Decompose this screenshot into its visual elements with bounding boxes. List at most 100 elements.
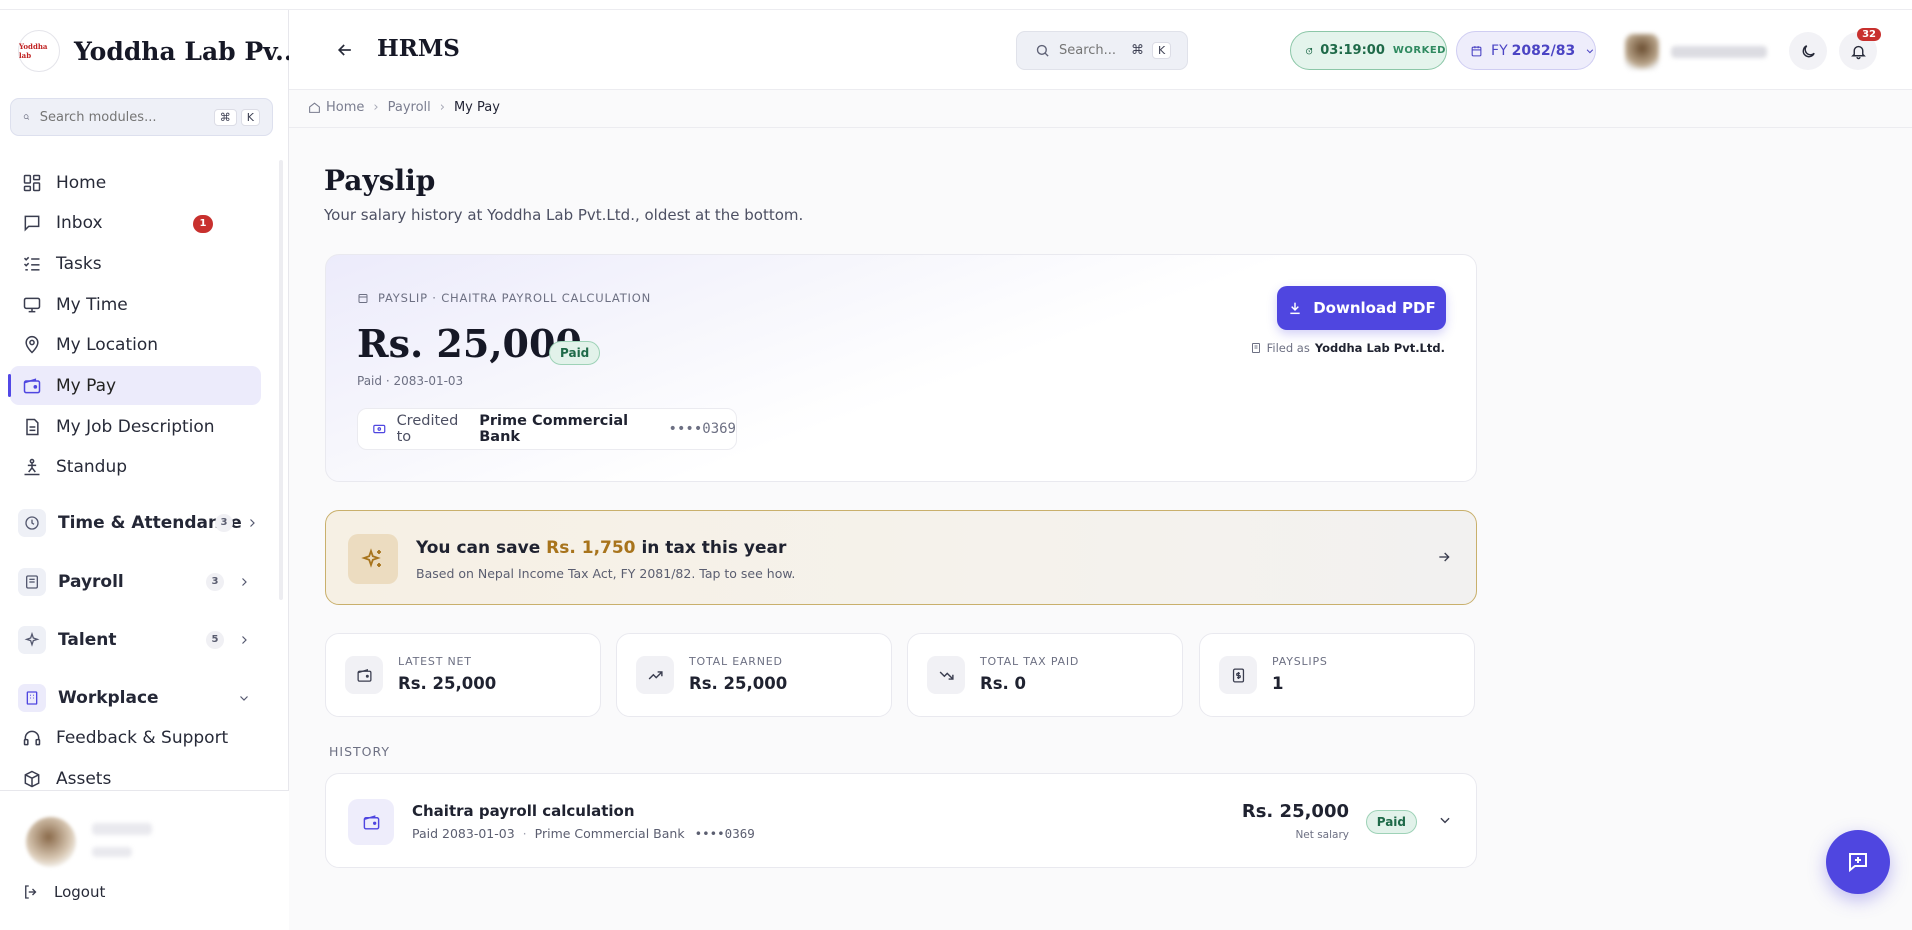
tax-saving-banner[interactable]: You can save Rs. 1,750 in tax this year … [325,510,1477,605]
inbox-icon [22,213,42,233]
payslip-tag-text: PAYSLIP · CHAITRA PAYROLL CALCULATION [378,291,651,305]
sidebar-group-workplace[interactable]: Workplace [10,678,261,718]
user-menu[interactable] [1625,32,1775,72]
filed-company: Yoddha Lab Pvt.Ltd. [1314,341,1445,355]
building-icon [18,683,46,712]
user-avatar [1625,34,1659,70]
theme-toggle-button[interactable] [1789,32,1827,70]
stat-label: TOTAL TAX PAID [980,655,1080,668]
back-button[interactable] [333,38,357,62]
history-heading: HISTORY [329,744,391,759]
box-icon [22,769,42,789]
sidebar-item-my-location[interactable]: My Location [10,326,261,365]
sidebar-item-feedback-support[interactable]: Feedback & Support [10,719,261,758]
chevron-right-icon [237,575,251,589]
kbd-cmd: ⌘ [1131,43,1144,58]
history-row-bank: Prime Commercial Bank [534,826,685,841]
separator-dot: · [522,826,527,841]
building-icon [1251,343,1260,353]
calendar-icon [1471,45,1482,56]
user-avatar[interactable] [26,817,76,867]
sidebar-item-home[interactable]: Home [10,163,261,202]
tax-subtitle: Based on Nepal Income Tax Act, FY 2081/8… [416,566,796,581]
history-row-title: Chaitra payroll calculation [412,802,635,820]
chevron-down-icon [237,691,251,705]
module-search-input[interactable] [39,109,210,125]
page-title: Payslip [324,164,436,197]
sidebar-scrollbar[interactable] [279,160,283,600]
tax-title: You can save Rs. 1,750 in tax this year [416,538,786,558]
breadcrumb-payroll[interactable]: Payroll [388,100,431,115]
breadcrumb-home[interactable]: Home [326,100,364,115]
brand[interactable]: Yoddha lab Yoddha Lab Pv... [18,30,301,72]
chat-plus-icon [1849,853,1867,873]
bell-icon [1850,45,1866,59]
sidebar-item-label: My Time [56,294,128,315]
payslip-hero-card: PAYSLIP · CHAITRA PAYROLL CALCULATION Rs… [325,254,1477,482]
trending-up-icon [636,656,674,694]
sidebar-group-time-attendance[interactable]: Time & Attendance 3 [10,503,261,543]
stat-value: Rs. 25,000 [398,674,497,693]
breadcrumb-divider [289,127,1912,128]
global-search[interactable]: ⌘ K [1016,31,1188,70]
inbox-badge: 1 [193,214,213,233]
blurred-user-role [92,847,132,857]
notifications-button[interactable]: 32 [1839,28,1881,70]
tax-title-pre: You can save [416,538,541,558]
history-row-paid: Paid 2083-01-03 [412,826,515,841]
sidebar-item-standup[interactable]: Standup [10,448,261,487]
sidebar-group-label: Payroll [58,571,124,592]
timer-value: 03:19:00 [1320,43,1385,58]
fy-value: 2082/83 [1511,42,1576,59]
grid-icon [22,173,42,193]
chat-fab-button[interactable] [1826,830,1890,894]
history-row[interactable]: Chaitra payroll calculation Paid 2083-01… [325,773,1477,868]
sidebar-item-my-pay[interactable]: My Pay [8,366,261,406]
sidebar-item-inbox[interactable]: Inbox 1 [10,204,261,243]
module-search[interactable]: ⌘ K [10,98,273,136]
sidebar-item-my-time[interactable]: My Time [10,285,261,324]
arrow-right-icon [1436,549,1452,569]
sidebar-group-payroll[interactable]: Payroll 3 [10,562,261,602]
chevron-down-icon [1586,48,1594,53]
monitor-icon [22,295,42,315]
wallet-icon [348,799,394,845]
stat-label: LATEST NET [398,655,472,668]
global-search-input[interactable] [1059,43,1129,58]
timer-icon [1306,47,1313,54]
worked-timer[interactable]: 03:19:00 WORKED [1290,31,1447,70]
sidebar-item-label: Assets [56,768,112,789]
breadcrumb: Home › Payroll › My Pay [308,100,500,115]
fy-prefix: FY [1491,42,1508,59]
stat-latest-net: LATEST NET Rs. 25,000 [325,633,601,717]
chevron-down-icon[interactable] [1438,812,1452,831]
top-window-edge [0,0,1912,10]
sidebar-group-talent[interactable]: Talent 5 [10,620,261,660]
download-pdf-button[interactable]: Download PDF [1277,286,1446,330]
app-title: HRMS [377,35,460,62]
sparkles-icon [348,534,398,584]
sidebar-item-label: Home [56,172,107,193]
filed-label: Filed as [1266,341,1310,355]
sidebar-item-label: Standup [56,457,128,478]
status-badge: Paid [549,341,601,365]
download-icon [1290,302,1300,315]
tasks-icon [22,254,42,274]
stat-value: Rs. 0 [980,674,1027,693]
receipt-icon [1219,656,1257,694]
payslip-amount: Rs. 25,000 [357,321,582,366]
stat-total-tax-paid: TOTAL TAX PAID Rs. 0 [907,633,1183,717]
logout-button[interactable]: Logout [22,883,105,901]
sidebar-item-label: My Pay [56,375,117,396]
sidebar-item-tasks[interactable]: Tasks [10,244,261,283]
blurred-user-name [1671,46,1767,58]
group-count: 3 [206,572,224,591]
top-header: HRMS ⌘ K 03:19:00 WORKED FY 2082/83 32 [289,10,1912,90]
fiscal-year-selector[interactable]: FY 2082/83 [1456,31,1596,70]
sidebar-item-my-job-description[interactable]: My Job Description [10,407,261,446]
search-icon [1036,44,1049,57]
wallet-icon [22,376,42,396]
